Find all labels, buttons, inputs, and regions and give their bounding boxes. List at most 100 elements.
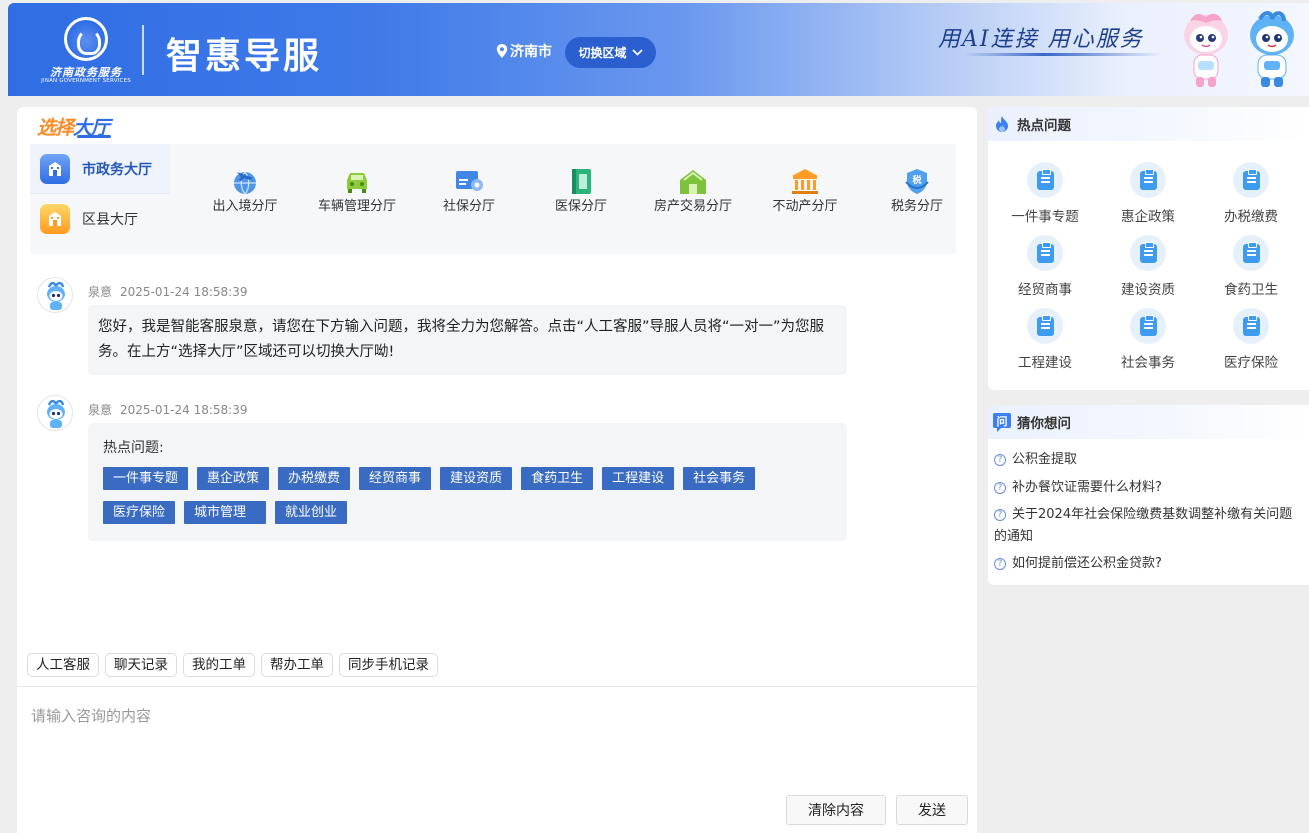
svg-text:税: 税 [912,174,921,186]
logo-emblem-icon [64,17,108,61]
message-bubble-hot-topics: 热点问题: 一件事专题 惠企政策 办税缴费 经贸商事 建设资质 食药卫生 工程建… [88,423,847,541]
medical-book-icon [572,169,591,194]
hot-topic-chips: 一件事专题 惠企政策 办税缴费 经贸商事 建设资质 食药卫生 工程建设 社会事务… [103,467,823,535]
mascot-avatar-icon [47,399,65,428]
guess-questions-panel: 问 猜你想问 ? 公积金提取 ? 补办餐饮证需要什么材料? ? 关于2024年社会保险… [988,405,1309,585]
guess-questions-title: 猜你想问 [1017,416,1071,432]
hot-topic-chip[interactable]: 经贸商事 [359,467,432,490]
chevron-down-icon [631,49,643,56]
hot-question-item[interactable]: 食药卫生 [1199,235,1303,298]
message-time: 2025-01-24 18:58:39 [120,403,248,417]
clipboard-icon [1027,162,1063,198]
clipboard-icon [1233,308,1269,344]
guess-question-item[interactable]: ? 关于2024年社会保险缴费基数调整补缴有关问题的通知 [994,504,1303,547]
clipboard-icon [1233,235,1269,271]
chat-toolbar: 人工客服 聊天记录 我的工单 帮办工单 同步手机记录 [27,653,438,677]
select-hall-underline [77,135,111,138]
help-circle-icon: ? [994,481,1006,494]
help-circle-icon: ? [994,509,1006,521]
my-tickets-button[interactable]: 我的工单 [183,653,255,677]
location-pin-icon [496,44,508,58]
clear-button[interactable]: 清除内容 [786,795,886,825]
hot-topic-chip[interactable]: 一件事专题 [103,467,189,490]
flame-icon [993,114,1011,134]
bot-avatar [37,277,73,313]
hot-question-item[interactable]: 建设资质 [1096,235,1200,298]
car-icon [347,173,367,193]
bot-avatar [37,395,73,431]
house-icon [680,170,706,194]
message-meta: 泉意 2025-01-24 18:58:39 [88,401,247,418]
hot-question-item[interactable]: 办税缴费 [1199,162,1303,225]
bank-icon [792,169,818,194]
hall-branch-vehicle[interactable]: 车辆管理分厅 [301,166,413,216]
hot-question-item[interactable]: 惠企政策 [1096,162,1200,225]
hot-question-item[interactable]: 工程建设 [993,308,1097,371]
hall-branch-social-security[interactable]: 社保分厅 [413,166,525,216]
hall-selector: 市政务大厅 区县大厅 出入境分厅 车辆管理分厅 社保分厅 医保分厅 房产交易分厅… [30,144,956,254]
svg-text:问: 问 [997,414,1008,428]
clipboard-icon [1130,235,1166,271]
hot-question-item[interactable]: 一件事专题 [993,162,1097,225]
human-service-button[interactable]: 人工客服 [27,653,99,677]
hot-topics-label: 热点问题: [103,440,164,456]
clipboard-icon [1130,308,1166,344]
message-meta: 泉意 2025-01-24 18:58:39 [88,283,247,300]
assist-tickets-button[interactable]: 帮办工单 [261,653,333,677]
message-time: 2025-01-24 18:58:39 [120,285,248,299]
help-circle-icon: ? [994,558,1006,570]
slogan: 用AI连接 用心服务 [938,27,1144,52]
guess-question-item[interactable]: ? 公积金提取 [994,449,1303,471]
switch-region-button[interactable]: 切换区域 [565,37,656,68]
hot-questions-panel: 热点问题 一件事专题 惠企政策 办税缴费 经贸商事 建设资质 食药卫生 工程建设… [988,107,1309,390]
guess-question-item[interactable]: ? 如何提前偿还公积金贷款? [994,553,1303,575]
hall-category-city-label: 市政务大厅 [82,161,152,178]
hall-branch-housing[interactable]: 房产交易分厅 [637,166,749,216]
mascot-pink-icon [1184,13,1228,87]
hall-branch-list: 出入境分厅 车辆管理分厅 社保分厅 医保分厅 房产交易分厅 不动产分厅 税 税务… [170,144,956,254]
hot-topic-chip[interactable]: 食药卫生 [521,467,594,490]
clipboard-icon [1130,162,1166,198]
hall-category-district[interactable]: 区县大厅 [30,194,170,244]
clipboard-icon [1027,235,1063,271]
sync-mobile-records-button[interactable]: 同步手机记录 [339,653,438,677]
tax-shield-icon: 税 [905,169,929,194]
globe-plane-icon [234,171,256,195]
sender-name: 泉意 [88,403,113,417]
chat-message: 泉意 2025-01-24 18:58:39 您好，我是智能客服泉意，请您在下方输… [37,277,847,377]
hot-topic-chip[interactable]: 社会事务 [683,467,756,490]
hot-question-item[interactable]: 医疗保险 [1199,308,1303,371]
question-bubble-icon: 问 [993,412,1011,432]
hot-topic-chip[interactable]: 办税缴费 [278,467,351,490]
chat-history-button[interactable]: 聊天记录 [105,653,177,677]
hall-branch-real-estate[interactable]: 不动产分厅 [749,166,861,216]
guess-questions-header: 问 猜你想问 [988,405,1309,439]
hall-branch-tax[interactable]: 税 税务分厅 [861,166,973,216]
app-title: 智惠导服 [166,36,323,77]
chat-input[interactable] [31,705,951,785]
input-divider [17,686,977,687]
hot-questions-header: 热点问题 [988,107,1309,141]
hot-topic-chip[interactable]: 医疗保险 [103,501,176,524]
hot-topic-chip[interactable]: 就业创业 [275,501,348,524]
hot-topic-chip[interactable]: 工程建设 [602,467,675,490]
switch-region-label: 切换区域 [578,46,627,60]
hall-branch-immigration[interactable]: 出入境分厅 [189,166,301,216]
hall-category-city[interactable]: 市政务大厅 [30,144,170,194]
hot-topic-chip[interactable]: 建设资质 [440,467,513,490]
message-bubble: 您好，我是智能客服泉意，请您在下方输入问题，我将全力为您解答。点击“人工客服”导… [88,305,847,375]
send-button[interactable]: 发送 [896,795,968,825]
header-divider [142,25,144,75]
hall-branch-medical-insurance[interactable]: 医保分厅 [525,166,637,216]
hot-topic-chip[interactable]: 城市管理 [184,501,267,524]
help-circle-icon: ? [994,454,1006,466]
guess-question-item[interactable]: ? 补办餐饮证需要什么材料? [994,477,1303,499]
social-security-card-icon [456,171,483,191]
mascot-blue-icon [1250,11,1294,87]
building-icon [40,204,70,234]
chat-message: 泉意 2025-01-24 18:58:39 热点问题: 一件事专题 惠企政策 办… [37,395,847,545]
hot-question-item[interactable]: 社会事务 [1096,308,1200,371]
hot-question-item[interactable]: 经贸商事 [993,235,1097,298]
mascot-avatar-icon [47,281,65,310]
hot-topic-chip[interactable]: 惠企政策 [197,467,270,490]
